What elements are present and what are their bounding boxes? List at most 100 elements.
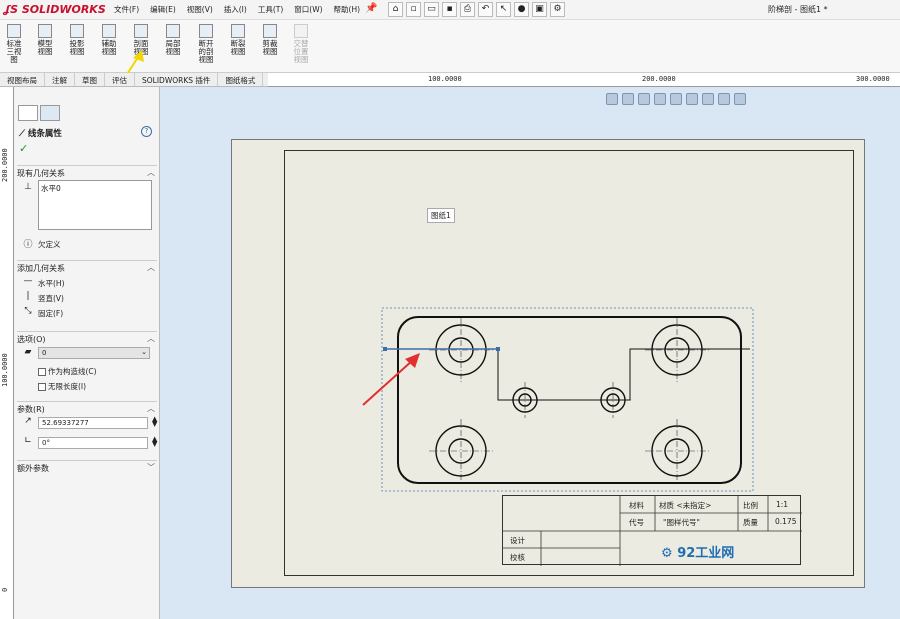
standard-views-icon [7,24,21,38]
line-icon: ⟋ [19,129,28,139]
quick-access-toolbar: ⌂ ▫ ▭ ▪ ⎙ ↶ ↖ ● ▣ ⚙ [388,2,565,17]
material-label: 材料 [629,501,644,510]
menu-view[interactable]: 视图(V) [187,4,213,15]
scale-label: 比例 [743,501,758,510]
menu-edit[interactable]: 编辑(E) [150,4,176,15]
collapse-icon: ︿ [147,404,155,413]
menu-insert[interactable]: 插入(I) [224,4,247,15]
relation-icon: ⊥ [24,182,32,192]
undo-icon[interactable]: ↶ [478,2,493,17]
menu-tools[interactable]: 工具(T) [258,4,283,15]
fix-icon: ⤡ [24,306,32,316]
pin-icon[interactable]: 📌 [365,3,377,14]
broken-out-section-button[interactable]: 断开的剖视图 [195,24,217,64]
section-options[interactable]: 选项(O) ︿ [17,331,157,344]
ok-check-icon[interactable]: ✓ [19,142,28,155]
section-view-icon [134,24,148,38]
top-ruler: 100.0000 200.0000 300.0000 [268,73,900,87]
graphics-area[interactable]: 图纸1 材料 材质 <未指定> 比例 1:1 代号 "图样代号" 质量 0.17… [160,87,900,619]
rotate-icon[interactable] [670,93,682,105]
solidworks-logo[interactable]: ʆS SOLIDWORKS [4,3,106,16]
zoom-area-icon[interactable] [622,93,634,105]
crop-view-button[interactable]: 剪裁视图 [259,24,281,56]
panel-tabs [18,105,60,121]
gear-logo-icon: ⚙ [661,546,673,561]
help-icon[interactable]: ? [141,126,152,137]
new-document-icon[interactable]: ▫ [406,2,421,17]
hide-show-icon[interactable] [718,93,730,105]
tab-view-layout[interactable]: 视图布局 [0,73,45,86]
collapse-icon: ︿ [147,263,155,272]
section-existing-relations[interactable]: 现有几何关系 ︿ [17,165,157,178]
definition-status: 欠定义 [38,240,61,249]
chevron-down-icon: ⌄ [141,348,147,356]
previous-view-icon[interactable] [638,93,650,105]
options-gear-icon[interactable]: ⚙ [550,2,565,17]
add-horizontal-relation[interactable]: 水平(H) [38,278,65,289]
pan-icon[interactable] [654,93,666,105]
title-bar: ʆS SOLIDWORKS 文件(F) 编辑(E) 视图(V) 插入(I) 工具… [0,0,900,20]
home-icon[interactable]: ⌂ [388,2,403,17]
construction-checkbox[interactable]: 作为构造线(C) [38,366,97,377]
tab-sketch[interactable]: 草图 [75,73,105,86]
code-value: "图样代号" [663,518,700,527]
menu-file[interactable]: 文件(F) [114,4,139,15]
section-additional-parameters[interactable]: 额外参数 ﹀ [17,460,157,473]
expand-icon: ﹀ [147,463,155,472]
rebuild-icon[interactable]: ▣ [532,2,547,17]
tab-addins[interactable]: SOLIDWORKS 插件 [135,73,219,86]
menu-bar: 文件(F) 编辑(E) 视图(V) 插入(I) 工具(T) 窗口(W) 帮助(H… [114,4,360,15]
broken-out-section-icon [199,24,213,38]
menu-help[interactable]: 帮助(H) [334,4,361,15]
line-style-select[interactable]: 0 ⌄ [38,347,150,359]
alternate-position-view-button[interactable]: 交替位置视图 [290,24,312,64]
angle-spinner-icon[interactable]: ▲ ▼ [152,436,157,448]
tab-evaluate[interactable]: 评估 [105,73,135,86]
break-view-button[interactable]: 断裂视图 [227,24,249,56]
infinite-length-checkbox[interactable]: 无限长度(I) [38,381,86,392]
title-block: 材料 材质 <未指定> 比例 1:1 代号 "图样代号" 质量 0.175 设计… [502,495,802,566]
check-label: 校核 [510,553,525,562]
vertical-icon: | [26,291,30,301]
display-style-icon[interactable] [702,93,714,105]
open-folder-icon[interactable]: ▭ [424,2,439,17]
model-view-button[interactable]: 模型视图 [34,24,56,56]
detail-view-button[interactable]: 局部视图 [162,24,184,56]
standard-3-view-button[interactable]: 标准三视图 [3,24,25,64]
scale-value: 1:1 [776,500,789,509]
left-ruler: 200.0000 100.0000 0 [0,87,14,619]
line-style-icon: ▰ [24,347,32,357]
length-spinner-icon[interactable]: ▲ ▼ [152,416,157,428]
collapse-icon: ︿ [147,334,155,343]
add-fix-relation[interactable]: 固定(F) [38,308,63,319]
save-icon[interactable]: ▪ [442,2,457,17]
section-parameters[interactable]: 参数(R) ︿ [17,401,157,414]
break-view-icon [231,24,245,38]
existing-relations-list[interactable]: 水平0 [38,180,152,230]
property-manager: ⟋ 线条属性 ? ✓ 现有几何关系 ︿ ⊥ 水平0 ⓘ 欠定义 添加几何关系 ︿ —… [14,87,160,619]
projected-view-button[interactable]: 投影视图 [66,24,88,56]
length-icon: ↗ [24,416,32,426]
angle-input[interactable]: 0° [38,437,148,449]
list-item[interactable]: 水平0 [41,183,149,194]
menu-window[interactable]: 窗口(W) [294,4,322,15]
alternate-position-icon [294,24,308,38]
select-cursor-icon[interactable]: ↖ [496,2,511,17]
tab-sheet-format[interactable]: 图纸格式 [218,73,264,86]
drawing-sheet[interactable]: 图纸1 材料 材质 <未指定> 比例 1:1 代号 "图样代号" 质量 0.17… [231,139,865,588]
traffic-light-icon[interactable]: ● [514,2,529,17]
view-orientation-icon[interactable] [686,93,698,105]
tab-annotation[interactable]: 注解 [45,73,75,86]
add-vertical-relation[interactable]: 竖直(V) [38,293,64,304]
ds-logo-icon: ʆS [4,3,22,16]
collapse-icon: ︿ [147,168,155,177]
section-add-relations[interactable]: 添加几何关系 ︿ [17,260,157,273]
appearance-icon[interactable] [734,93,746,105]
zoom-to-fit-icon[interactable] [606,93,618,105]
code-label: 代号 [629,518,644,527]
crop-view-icon [263,24,277,38]
print-icon[interactable]: ⎙ [460,2,475,17]
feature-tree-tab-icon[interactable] [18,105,38,121]
length-input[interactable]: 52.69337277 [38,417,148,429]
property-manager-tab-icon[interactable] [40,105,60,121]
